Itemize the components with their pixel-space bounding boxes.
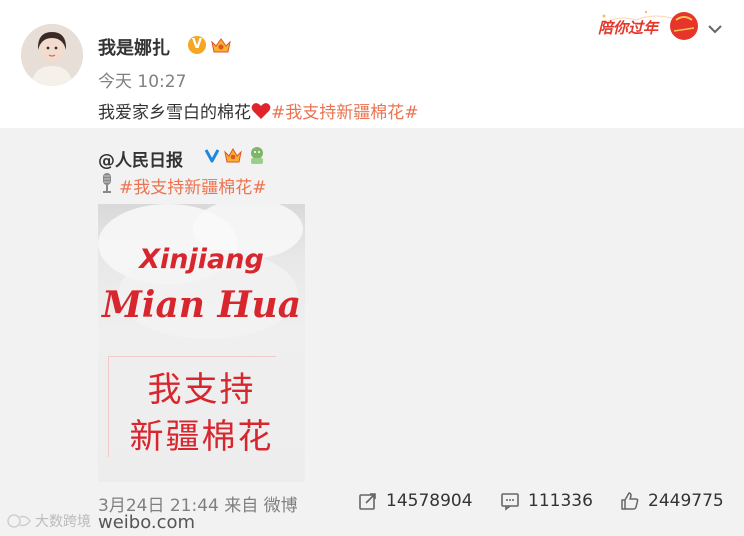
image-text-cn2: 新疆棉花 bbox=[129, 417, 274, 457]
weibo-url: weibo.com bbox=[98, 512, 196, 533]
repost-button[interactable]: 14578904 bbox=[358, 489, 473, 513]
repost-author-link[interactable]: @人民日报 bbox=[98, 146, 183, 171]
repost-icon bbox=[359, 493, 376, 510]
image-text-cn1: 我支持 bbox=[147, 370, 256, 410]
mascot-badge-icon[interactable] bbox=[247, 145, 267, 165]
repost-count: 14578904 bbox=[386, 491, 473, 511]
watermark-brand: 大数跨境 bbox=[35, 514, 91, 530]
festival-badge-label: 陪你过年 bbox=[598, 19, 659, 37]
post-hashtag-link[interactable]: #我支持新疆棉花# bbox=[271, 103, 419, 123]
member-crown-icon[interactable] bbox=[210, 35, 232, 55]
watermark: 大数跨境 bbox=[6, 511, 91, 531]
image-text-line1: Xinjiang bbox=[139, 244, 264, 275]
repost-hashtag-link[interactable]: #我支持新疆棉花# bbox=[119, 173, 267, 198]
heart-icon bbox=[251, 103, 271, 119]
comment-icon bbox=[501, 493, 519, 511]
chevron-down-icon[interactable] bbox=[706, 22, 724, 36]
repost-image[interactable]: Xinjiang Mian Hua 我支持 新疆棉花 bbox=[98, 204, 305, 482]
thumbs-up-icon bbox=[621, 492, 639, 510]
verified-badge-icon: V bbox=[188, 36, 206, 54]
image-text-line2: Mian Hua bbox=[101, 284, 302, 326]
post-text-body: 我爱家乡雪白的棉花 bbox=[98, 103, 251, 123]
member-crown-icon[interactable] bbox=[223, 145, 243, 165]
comment-button[interactable]: 111336 bbox=[500, 489, 593, 513]
watermark-logo-icon bbox=[7, 514, 31, 528]
like-count: 2449775 bbox=[648, 491, 724, 511]
comment-count: 111336 bbox=[528, 491, 593, 511]
post-text: 我爱家乡雪白的棉花 #我支持新疆棉花# bbox=[98, 98, 419, 123]
like-button[interactable]: 2449775 bbox=[620, 489, 724, 513]
microphone-icon bbox=[103, 173, 111, 193]
author-name[interactable]: 我是娜扎 bbox=[98, 34, 170, 60]
verified-blue-icon bbox=[204, 149, 220, 163]
author-avatar[interactable] bbox=[21, 24, 83, 86]
post-time[interactable]: 今天 10:27 bbox=[98, 67, 186, 92]
